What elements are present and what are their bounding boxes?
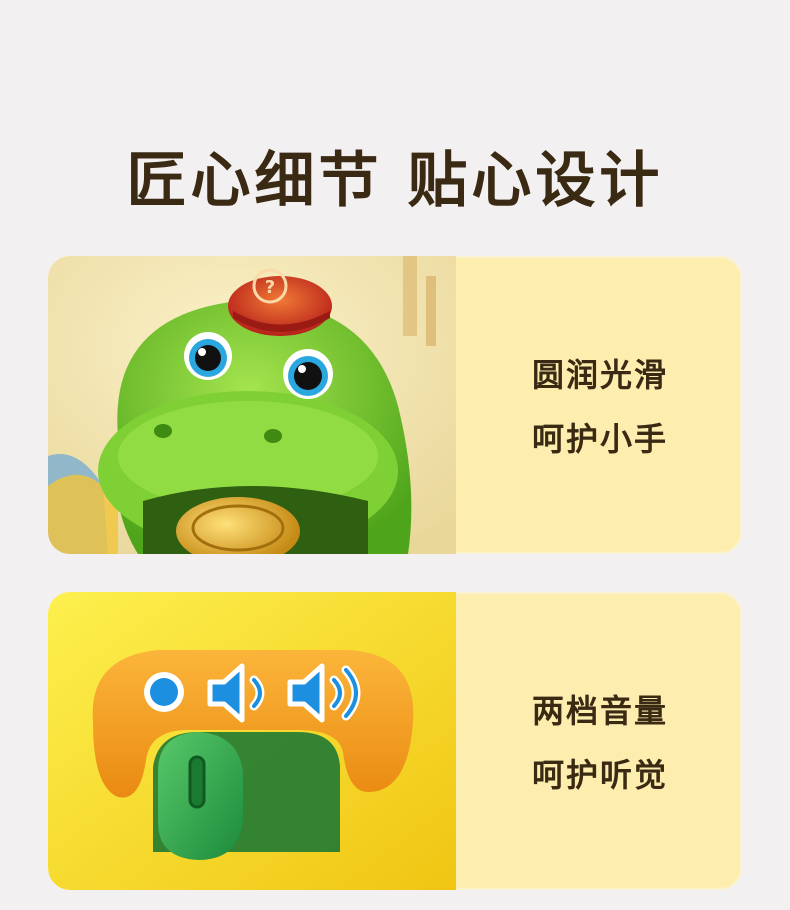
feature-1-line-2: 呵护小手	[531, 420, 668, 458]
volume-switch-image	[48, 592, 456, 890]
dinosaur-toy-image: ?	[48, 256, 456, 554]
feature-card-smooth: ? 圆润光滑 呵护小手	[48, 256, 742, 554]
feature-2-line-1: 两档音量	[531, 692, 668, 730]
page-title: 匠心细节 贴心设计	[126, 146, 664, 216]
feature-2-line-2: 呵护听觉	[531, 756, 668, 794]
feature-card-volume: 两档音量 呵护听觉	[48, 592, 742, 890]
feature-1-line-1: 圆润光滑	[531, 356, 668, 394]
feature-text-2: 两档音量 呵护听觉	[458, 592, 742, 890]
svg-text:?: ?	[265, 277, 275, 298]
feature-text-1: 圆润光滑 呵护小手	[458, 256, 742, 554]
